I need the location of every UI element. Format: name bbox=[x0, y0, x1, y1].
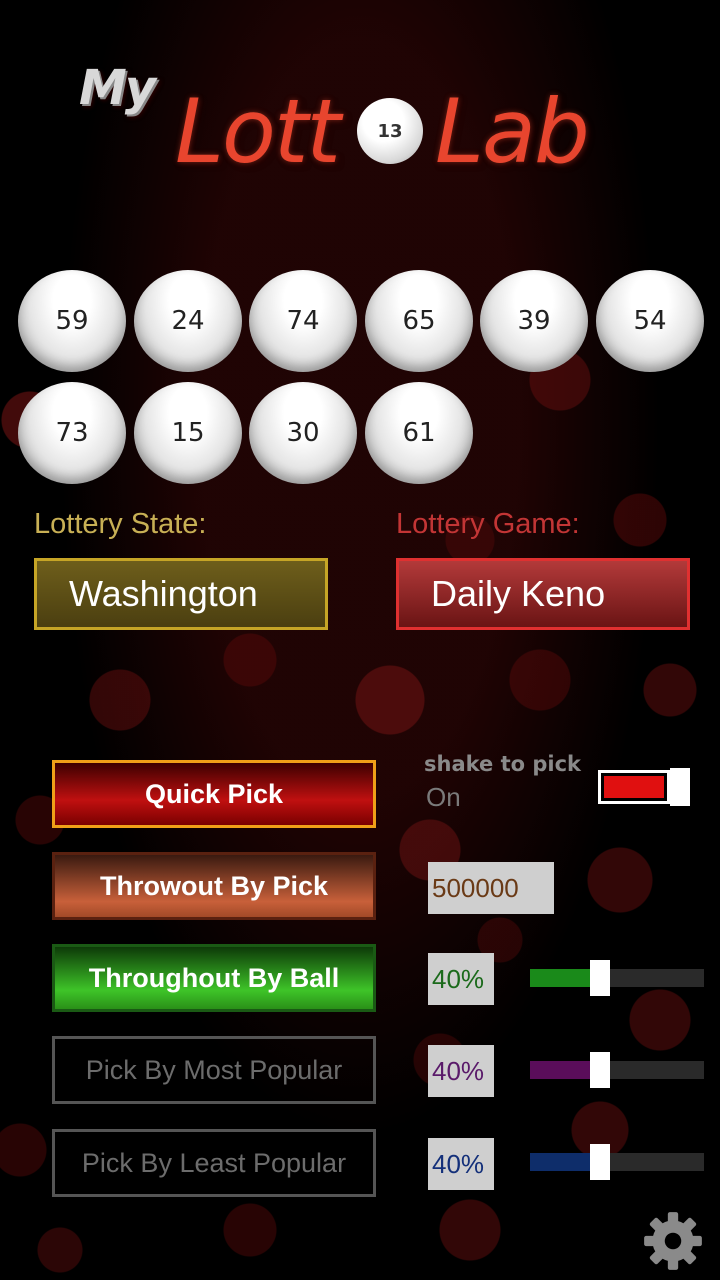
lotto-ball: 74 bbox=[249, 270, 357, 372]
app-logo: My Lott 13 Lab bbox=[75, 60, 635, 183]
least-popular-percent: 40% bbox=[428, 1138, 494, 1190]
lotto-ball: 24 bbox=[134, 270, 242, 372]
by-ball-percent: 40% bbox=[428, 953, 494, 1005]
lotto-ball: 54 bbox=[596, 270, 704, 372]
logo-lott: Lott bbox=[175, 80, 341, 183]
throwout-pick-count-input[interactable]: 500000 bbox=[428, 862, 554, 914]
shake-to-pick-toggle[interactable] bbox=[598, 768, 690, 806]
logo-lab: Lab bbox=[435, 80, 590, 183]
quick-pick-button[interactable]: Quick Pick bbox=[52, 760, 376, 828]
pick-by-most-popular-button[interactable]: Pick By Most Popular bbox=[52, 1036, 376, 1104]
least-popular-slider[interactable] bbox=[530, 1144, 704, 1180]
lottery-state-value: Washington bbox=[69, 573, 258, 614]
throwout-by-pick-button[interactable]: Throwout By Pick bbox=[52, 852, 376, 920]
lotto-ball: 61 bbox=[365, 382, 473, 484]
shake-to-pick-label: shake to pick bbox=[424, 752, 581, 776]
slider-thumb[interactable] bbox=[590, 960, 610, 996]
most-popular-slider[interactable] bbox=[530, 1052, 704, 1088]
lottery-state-picker[interactable]: Washington bbox=[34, 558, 328, 630]
logo-my: My bbox=[79, 60, 156, 116]
lotto-ball: 65 bbox=[365, 270, 473, 372]
lottery-game-label: Lottery Game: bbox=[396, 508, 580, 540]
logo-ball: 13 bbox=[357, 98, 423, 164]
lottery-game-value: Daily Keno bbox=[431, 573, 606, 614]
throughout-by-ball-button[interactable]: Throughout By Ball bbox=[52, 944, 376, 1012]
lotto-ball: 30 bbox=[249, 382, 357, 484]
lotto-ball: 59 bbox=[18, 270, 126, 372]
by-ball-slider[interactable] bbox=[530, 960, 704, 996]
logo-ball-number: 13 bbox=[377, 120, 403, 142]
lottery-state-label: Lottery State: bbox=[34, 508, 207, 540]
slider-thumb[interactable] bbox=[590, 1144, 610, 1180]
lotto-ball: 73 bbox=[18, 382, 126, 484]
pick-by-least-popular-button[interactable]: Pick By Least Popular bbox=[52, 1129, 376, 1197]
shake-to-pick-state: On bbox=[426, 782, 461, 812]
lotto-ball: 15 bbox=[134, 382, 242, 484]
toggle-fill bbox=[604, 776, 664, 798]
toggle-knob[interactable] bbox=[670, 768, 690, 806]
most-popular-percent: 40% bbox=[428, 1045, 494, 1097]
slider-thumb[interactable] bbox=[590, 1052, 610, 1088]
gear-icon[interactable] bbox=[640, 1208, 706, 1274]
lottery-game-picker[interactable]: Daily Keno bbox=[396, 558, 690, 630]
lotto-ball: 39 bbox=[480, 270, 588, 372]
